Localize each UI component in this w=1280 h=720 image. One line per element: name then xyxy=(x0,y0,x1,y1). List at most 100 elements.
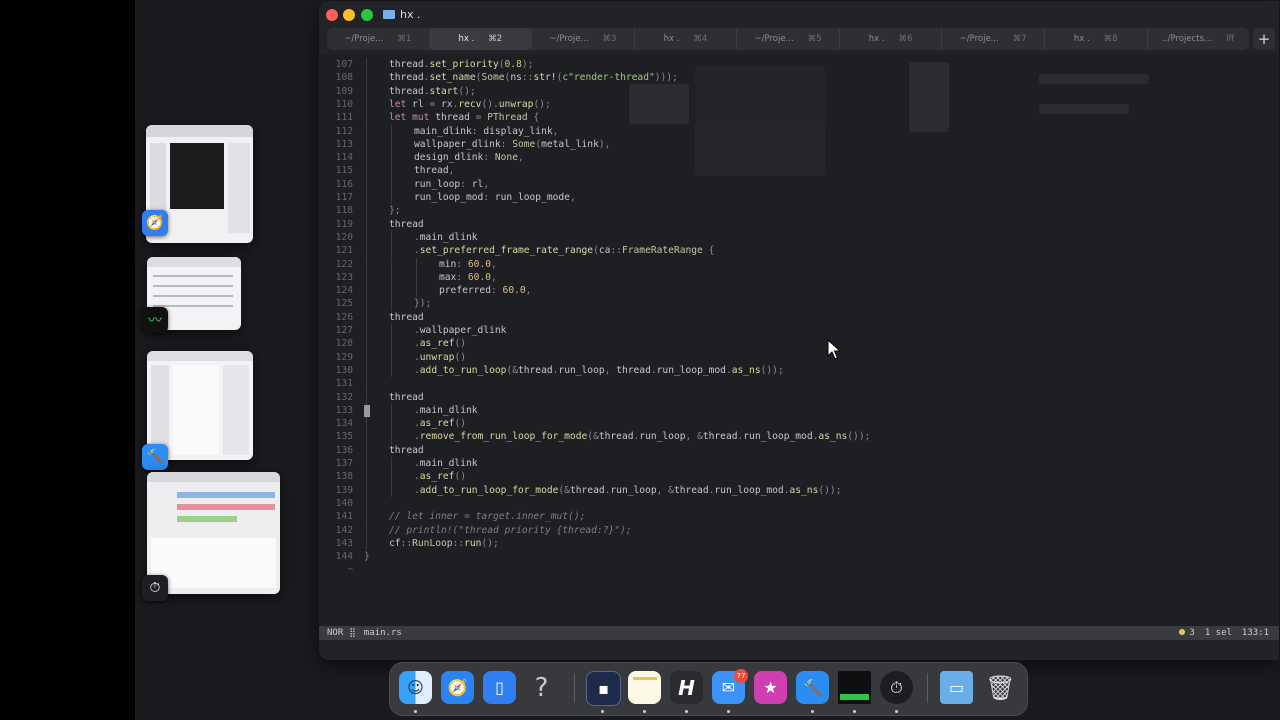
indent-guide xyxy=(366,390,367,404)
xcode-icon[interactable]: 🔨 xyxy=(796,671,829,704)
hammer-icon[interactable]: H xyxy=(670,671,703,704)
code-token: as_ref xyxy=(419,418,455,430)
code-text: .as_ref() xyxy=(414,337,466,350)
code-token: min xyxy=(439,258,457,270)
indent-guide xyxy=(391,324,392,338)
line-number: 115 xyxy=(335,165,353,177)
mode-indicator: NOR xyxy=(327,628,344,638)
code-line: 135 .remove_from_run_loop_for_mode(&threa… xyxy=(319,430,1279,444)
tab-1[interactable]: ~/Proje... ⌘1 xyxy=(327,28,429,50)
editor-pane[interactable]: 107 thread.set_priority(0.8); 108 thread.se… xyxy=(319,54,1279,626)
code-token: str! xyxy=(533,72,557,84)
code-token: (& xyxy=(506,364,518,376)
line-number: 122 xyxy=(335,258,353,270)
notes-icon[interactable] xyxy=(628,671,661,704)
downloads-folder-icon[interactable]: ▭ xyxy=(940,671,973,704)
zoom-button[interactable] xyxy=(361,9,373,21)
code-token: FrameRateRange xyxy=(621,245,703,257)
new-tab-button[interactable]: + xyxy=(1253,28,1275,50)
mouse-pointer-icon xyxy=(827,339,841,360)
finder-icon[interactable]: ☺ xyxy=(399,671,432,704)
tab-5[interactable]: ~/Proje... ⌘5 xyxy=(736,28,839,50)
indent-guide xyxy=(391,363,392,378)
code-line: 114 design_dlink: None, xyxy=(319,151,1279,165)
indent-guide xyxy=(366,71,367,85)
tab-4[interactable]: hx . ⌘4 xyxy=(633,28,737,50)
code-line: 125}); xyxy=(319,297,1279,311)
terminal-icon[interactable]: ▪ xyxy=(586,671,621,706)
code-line: 123 max: 60.0, xyxy=(319,270,1279,285)
code-text: } xyxy=(364,550,370,563)
indent-guide xyxy=(366,230,367,245)
code-line: 142 // println!("thread priority {thread:… xyxy=(319,523,1279,537)
code-token: : xyxy=(456,258,468,270)
code-token: set_name xyxy=(429,72,476,84)
code-text: let mut thread = PThread { xyxy=(389,111,539,124)
tab-shortcut: ⌘8 xyxy=(1103,34,1118,44)
indent-guide xyxy=(391,297,392,311)
code-token: as_ref xyxy=(419,471,455,483)
line-number: 109 xyxy=(335,85,353,97)
tab-3[interactable]: ~/Proje... ⌘3 xyxy=(531,28,634,50)
indent-guide xyxy=(366,111,367,125)
tab-7[interactable]: ~/Proje... ⌘7 xyxy=(941,28,1044,50)
activity-monitor-icon[interactable] xyxy=(838,671,871,704)
indent-guide xyxy=(366,443,367,457)
code-line: 130 .add_to_run_loop(&thread.run_loop, th… xyxy=(319,363,1279,378)
tab-label: ~/Proje... xyxy=(344,34,384,44)
indent-guide xyxy=(391,470,392,484)
code-token: , xyxy=(517,152,524,164)
code-token: recv xyxy=(458,98,482,110)
tab-9[interactable]: ../Projects... lff xyxy=(1146,28,1250,50)
code-token: () xyxy=(454,471,466,483)
line-number: 141 xyxy=(335,511,353,523)
speedometer-icon[interactable]: ⏱ xyxy=(880,671,913,704)
line-number: 118 xyxy=(335,205,353,217)
help-icon[interactable]: ? xyxy=(525,671,558,704)
tab-6[interactable]: hx . ⌘6 xyxy=(838,28,942,50)
file-name: main.rs xyxy=(363,628,402,638)
mail-badge: 77 xyxy=(734,669,748,683)
code-token: main_dlink xyxy=(419,458,478,469)
code-token: :: xyxy=(400,537,413,549)
simulator-icon[interactable]: ▯ xyxy=(483,671,516,704)
tab-2[interactable]: hx . ⌘2 xyxy=(428,28,532,50)
minimize-button[interactable] xyxy=(343,9,355,21)
indent-guide xyxy=(366,217,367,231)
code-text: wallpaper_dlink: Some(metal_link), xyxy=(414,138,610,151)
code-token: , xyxy=(483,178,490,190)
terminal-window: hx . ~/Proje... ⌘1 hx . ⌘2 ~/Proje... ⌘3 hx . ⌘… xyxy=(319,1,1279,660)
code-text: run_loop: rl, xyxy=(414,178,489,191)
code-line: 136 thread xyxy=(319,443,1279,457)
title-bar: hx . xyxy=(319,1,1279,29)
indent-guide xyxy=(366,417,367,431)
code-token: run_loop_mod xyxy=(714,484,784,496)
line-number: 113 xyxy=(335,138,353,150)
code-token: thread xyxy=(429,112,476,124)
code-line: 137 .main_dlink xyxy=(319,457,1279,471)
cursor-position: 133:1 xyxy=(1241,628,1269,638)
code-token: wallpaper_dlink xyxy=(419,325,507,336)
safari-icon[interactable]: 🧭 xyxy=(441,671,474,704)
close-button[interactable] xyxy=(326,9,338,21)
code-line: 109 thread.start(); xyxy=(319,84,1279,98)
code-token: () xyxy=(454,351,466,363)
code-token: 60.0 xyxy=(467,258,491,270)
instruments-icon[interactable]: ★ xyxy=(754,671,787,704)
stage-thumb-instruments[interactable] xyxy=(147,472,280,594)
code-token: rl xyxy=(406,98,430,110)
code-token: run_loop xyxy=(610,484,657,496)
indent-guide xyxy=(366,164,367,178)
trash-icon[interactable]: 🗑 xyxy=(984,671,1017,704)
line-number: 130 xyxy=(335,364,353,376)
tab-bar: ~/Proje... ⌘1 hx . ⌘2 ~/Proje... ⌘3 hx . ⌘4 ~/Pr… xyxy=(327,28,1249,50)
indent-guide xyxy=(391,483,392,497)
code-token: }); xyxy=(414,298,432,310)
code-token: add_to_run_loop_for_mode xyxy=(419,484,559,496)
code-line: 110 let rl = rx.recv().unwrap(); xyxy=(319,97,1279,112)
code-text: }; xyxy=(389,204,401,217)
indent-guide xyxy=(366,191,367,205)
tab-8[interactable]: hx . ⌘8 xyxy=(1043,28,1147,50)
code-token: main_dlink xyxy=(419,231,478,243)
code-token: set_preferred_frame_rate_range xyxy=(419,245,594,257)
